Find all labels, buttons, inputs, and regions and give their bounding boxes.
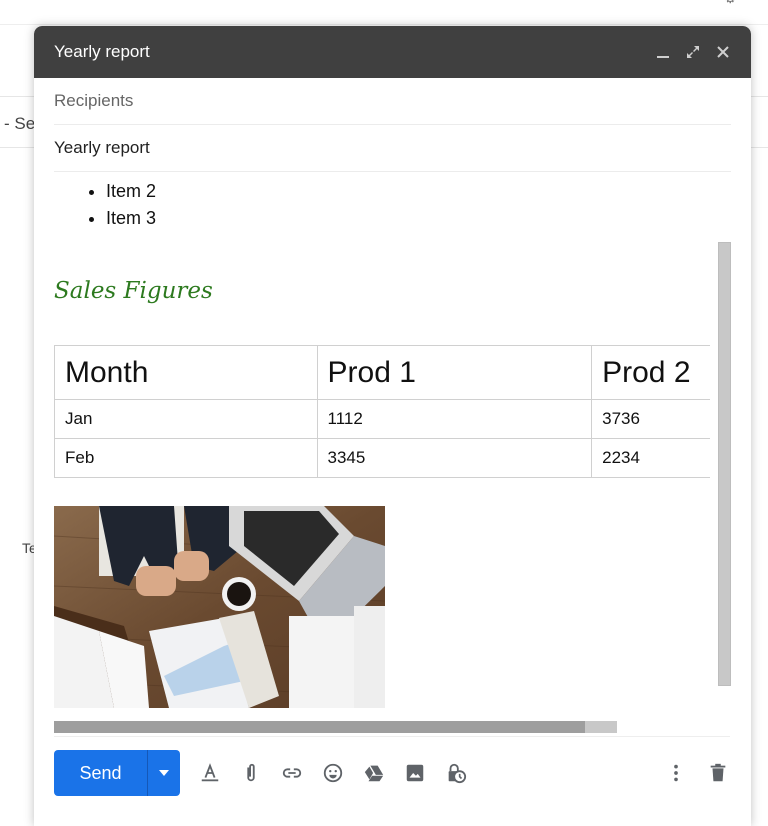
sales-heading: Sales Figures <box>54 278 213 304</box>
background-text: - Se <box>4 114 36 133</box>
photo-icon[interactable] <box>403 761 427 785</box>
table-header: Month <box>54 345 318 400</box>
compose-title: Yearly report <box>54 42 150 61</box>
table-cell: Jan <box>54 399 318 439</box>
table-cell: 3345 <box>316 438 593 478</box>
drive-icon[interactable] <box>362 761 386 785</box>
more-options-icon[interactable] <box>664 761 688 785</box>
background-divider <box>0 24 768 25</box>
inline-image[interactable] <box>54 506 385 708</box>
schedule-send-dropdown[interactable] <box>148 750 180 796</box>
caret-down-icon <box>159 770 169 776</box>
expand-icon[interactable] <box>685 44 701 60</box>
horizontal-scrollbar[interactable] <box>54 721 617 733</box>
table-header-row: Month Prod 1 Prod 2 <box>54 345 710 400</box>
emoji-icon[interactable] <box>321 761 345 785</box>
table-cell: Feb <box>54 438 318 478</box>
list-item: Item 3 <box>106 205 751 232</box>
list-item: Item 2 <box>106 178 751 205</box>
recipients-field[interactable]: Recipients <box>54 78 731 125</box>
subject-field[interactable]: Yearly report <box>54 125 731 172</box>
format-text-icon[interactable] <box>198 761 222 785</box>
compose-toolbar: Send <box>54 750 730 796</box>
send-button[interactable]: Send <box>54 750 148 796</box>
settings-icon[interactable]: ⚙ <box>724 0 738 5</box>
compose-header: Yearly report <box>34 26 751 78</box>
horizontal-scrollbar-thumb[interactable] <box>54 721 585 733</box>
sales-table: Month Prod 1 Prod 2 Jan 1112 3736 Feb 33… <box>54 345 710 478</box>
minimize-icon[interactable] <box>655 44 671 60</box>
table-cell: 3736 <box>591 399 710 439</box>
compose-window: Yearly report Recipients Yearly report I… <box>34 26 751 826</box>
attach-icon[interactable] <box>239 761 263 785</box>
toolbar-divider <box>54 736 730 737</box>
table-header: Prod 1 <box>316 345 593 400</box>
table-cell: 1112 <box>316 399 593 439</box>
confidential-mode-icon[interactable] <box>444 761 468 785</box>
vertical-scrollbar[interactable] <box>718 242 731 686</box>
table-cell: 2234 <box>591 438 710 478</box>
table-row: Jan 1112 3736 <box>54 399 710 439</box>
table-row: Feb 3345 2234 <box>54 438 710 478</box>
discard-icon[interactable] <box>706 761 730 785</box>
close-icon[interactable] <box>715 44 731 60</box>
send-button-group: Send <box>54 750 180 796</box>
bullet-list: Item 2 Item 3 <box>34 178 751 232</box>
link-icon[interactable] <box>280 761 304 785</box>
table-header: Prod 2 <box>591 345 710 400</box>
message-body[interactable]: Item 2 Item 3 Sales Figures Month Prod 1… <box>34 178 751 737</box>
